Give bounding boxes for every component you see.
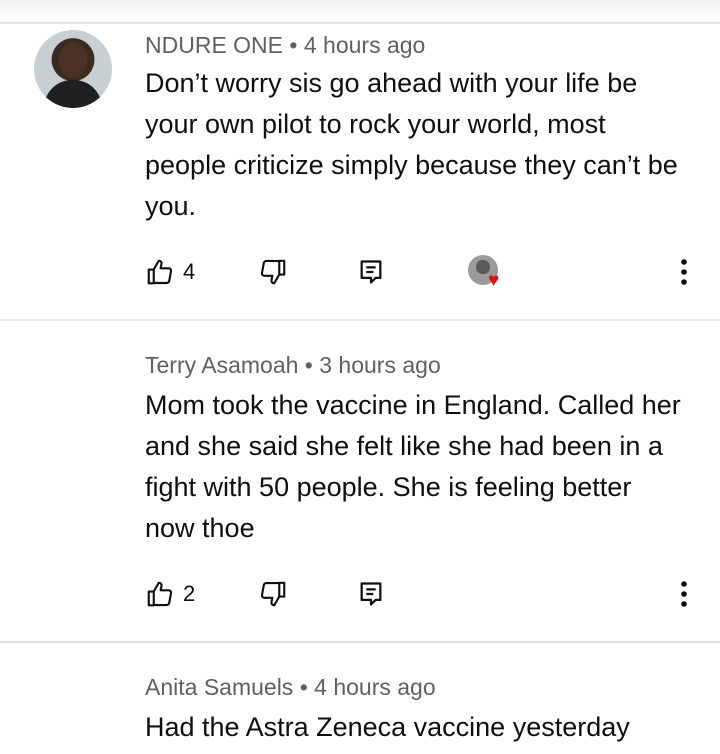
comment-actions: 2 <box>0 574 720 614</box>
comment-author[interactable]: NDURE ONE <box>145 32 283 58</box>
dislike-button[interactable] <box>258 574 288 614</box>
like-count: 4 <box>183 259 196 284</box>
dislike-button[interactable] <box>258 252 288 292</box>
dislike-icon <box>260 581 286 607</box>
more-options-icon <box>681 581 687 607</box>
comment-item: Anita Samuels • 4 hours ago Had the Astr… <box>0 643 720 754</box>
like-icon <box>147 259 173 285</box>
more-options-icon <box>681 259 687 285</box>
comment-meta: NDURE ONE • 4 hours ago <box>145 32 425 59</box>
more-options-button[interactable] <box>672 576 696 612</box>
comment-text: Mom took the vaccine in England. Called … <box>145 390 681 543</box>
avatar-head <box>59 42 87 78</box>
more-options-button[interactable] <box>672 254 696 290</box>
reply-icon <box>360 260 382 284</box>
like-button[interactable]: 4 <box>145 252 195 292</box>
creator-heart-icon: ♥ <box>488 270 500 291</box>
comment-meta: Anita Samuels • 4 hours ago <box>145 674 436 701</box>
comment-actions: 4 ♥ <box>0 252 720 292</box>
comment-text: Don’t worry sis go ahead with your life … <box>145 68 678 221</box>
comment-meta: Terry Asamoah • 3 hours ago <box>145 352 441 379</box>
meta-separator: • <box>299 674 308 700</box>
comment-text: Had the Astra Zeneca vaccine yesterday <box>145 712 630 742</box>
comment-author[interactable]: Anita Samuels <box>145 674 293 700</box>
comment-time: 4 hours ago <box>314 674 436 700</box>
like-button[interactable]: 2 <box>145 574 195 614</box>
comment-item: NDURE ONE • 4 hours ago Don’t worry sis … <box>0 22 720 320</box>
avatar-body <box>44 80 102 108</box>
meta-separator: • <box>304 352 313 378</box>
top-divider <box>0 0 720 24</box>
meta-separator: • <box>289 32 298 58</box>
reply-icon <box>360 582 382 606</box>
like-icon <box>147 581 173 607</box>
creator-heart[interactable]: ♥ <box>468 255 504 291</box>
avatar[interactable] <box>34 30 112 108</box>
comment-time: 4 hours ago <box>303 32 426 58</box>
reply-button[interactable] <box>358 574 384 614</box>
like-count: 2 <box>183 581 196 606</box>
comment-item: Terry Asamoah • 3 hours ago Mom took the… <box>0 321 720 641</box>
comment-author[interactable]: Terry Asamoah <box>145 352 298 378</box>
comment-time: 3 hours ago <box>319 352 441 378</box>
reply-button[interactable] <box>358 252 384 292</box>
dislike-icon <box>260 259 286 285</box>
